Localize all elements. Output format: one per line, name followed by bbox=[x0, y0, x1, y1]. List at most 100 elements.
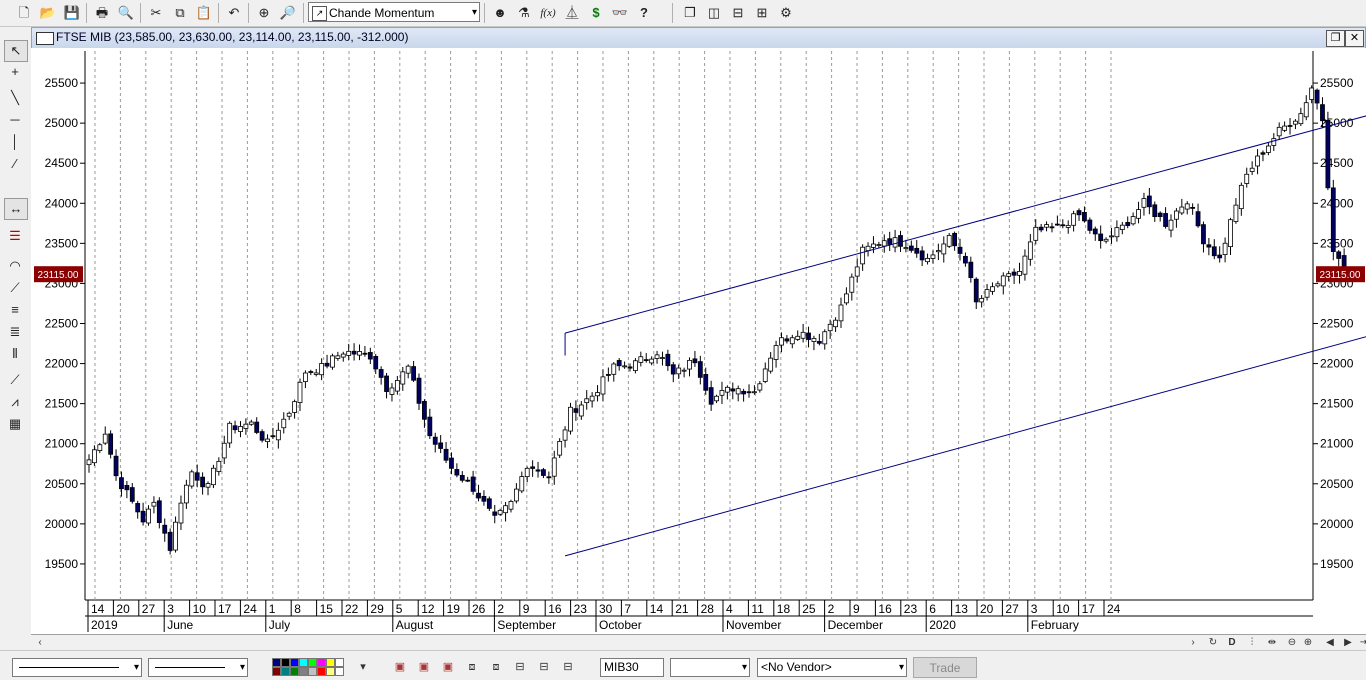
candle-down[interactable] bbox=[416, 377, 422, 404]
candle-up[interactable] bbox=[1017, 271, 1022, 276]
color-swatch[interactable] bbox=[317, 667, 326, 676]
color-swatch[interactable] bbox=[272, 658, 281, 667]
cycle-lines-icon[interactable]: ⦀ bbox=[4, 344, 26, 364]
candle-up[interactable] bbox=[979, 298, 985, 303]
cascade-icon[interactable]: ❐ bbox=[680, 3, 700, 23]
settings-icon[interactable]: ⚙ bbox=[776, 3, 796, 23]
bring-front-icon[interactable]: ⧈ bbox=[464, 659, 480, 675]
candle-up[interactable] bbox=[519, 476, 525, 492]
grid-tool-icon[interactable]: ▦ bbox=[4, 414, 26, 434]
candle-down[interactable] bbox=[324, 362, 330, 367]
candle-down[interactable] bbox=[784, 338, 790, 342]
color-swatch[interactable] bbox=[299, 658, 308, 667]
candle-up[interactable] bbox=[1022, 255, 1028, 275]
indicator-dropdown[interactable]: ↗ Chande Momentum Oscillato ▾ bbox=[308, 2, 480, 40]
fan-icon[interactable]: ⟋ bbox=[4, 278, 26, 298]
candle-up[interactable] bbox=[1168, 219, 1174, 231]
grid-icon[interactable]: ⊞ bbox=[752, 3, 772, 23]
candle-up[interactable] bbox=[1033, 226, 1039, 241]
candle-up[interactable] bbox=[1249, 167, 1255, 172]
candle-up[interactable] bbox=[1228, 219, 1233, 248]
candle-up[interactable] bbox=[838, 304, 844, 322]
line-style-dropdown[interactable]: ▾ bbox=[12, 658, 142, 677]
candle-down[interactable] bbox=[919, 250, 925, 261]
candle-down[interactable] bbox=[422, 401, 427, 420]
candle-up[interactable] bbox=[297, 381, 303, 403]
color-swatch[interactable] bbox=[335, 658, 344, 667]
candle-up[interactable] bbox=[925, 258, 930, 263]
bar-chart-type-icon[interactable]: ⫶ bbox=[1245, 636, 1259, 650]
candle-down[interactable] bbox=[1195, 211, 1201, 227]
color-swatch[interactable] bbox=[326, 658, 335, 667]
candle-down[interactable] bbox=[459, 475, 465, 481]
candle-up[interactable] bbox=[789, 337, 795, 345]
candle-down[interactable] bbox=[427, 416, 433, 437]
candle-up[interactable] bbox=[1303, 102, 1309, 118]
candle-up[interactable] bbox=[1298, 113, 1304, 125]
candle-down[interactable] bbox=[697, 361, 703, 378]
page-right-icon[interactable]: ▶ bbox=[1341, 636, 1355, 650]
candle-down[interactable] bbox=[373, 356, 379, 370]
candle-up[interactable] bbox=[871, 243, 876, 248]
candle-down[interactable] bbox=[1320, 104, 1325, 122]
candle-up[interactable] bbox=[649, 358, 655, 364]
candle-down[interactable] bbox=[968, 261, 974, 278]
line-weight-dropdown[interactable]: ▾ bbox=[148, 658, 248, 677]
expert-icon[interactable]: ☻ bbox=[490, 3, 510, 23]
window-icon-3[interactable]: ⊟ bbox=[560, 659, 576, 675]
candle-down[interactable] bbox=[1287, 125, 1293, 127]
candle-down[interactable] bbox=[470, 476, 476, 492]
system-test-icon[interactable]: ⚗ bbox=[514, 3, 534, 23]
candle-down[interactable] bbox=[1054, 223, 1060, 226]
candle-down[interactable] bbox=[351, 350, 357, 355]
candle-up[interactable] bbox=[238, 426, 243, 432]
candle-down[interactable] bbox=[1049, 226, 1055, 229]
candle-up[interactable] bbox=[935, 250, 941, 253]
candle-down[interactable] bbox=[119, 477, 124, 490]
parallel-line-icon[interactable]: ⁄ bbox=[4, 154, 26, 174]
close-window-button[interactable]: ✕ bbox=[1345, 30, 1364, 47]
candle-up[interactable] bbox=[638, 356, 644, 363]
candle-up[interactable] bbox=[595, 392, 600, 397]
color-swatch[interactable] bbox=[281, 658, 290, 667]
candle-up[interactable] bbox=[1309, 87, 1315, 100]
text-tool-icon[interactable]: ≡ bbox=[4, 300, 26, 320]
color-swatch[interactable] bbox=[335, 667, 344, 676]
candle-down[interactable] bbox=[384, 375, 389, 392]
candle-up[interactable] bbox=[346, 350, 352, 356]
line-tool-icon[interactable]: ⟋ bbox=[4, 370, 26, 390]
candle-up[interactable] bbox=[1184, 203, 1190, 210]
candle-up[interactable] bbox=[1071, 213, 1077, 226]
candle-up[interactable] bbox=[286, 412, 292, 417]
candle-up[interactable] bbox=[622, 365, 627, 368]
color-swatch[interactable] bbox=[317, 658, 326, 667]
page-left-icon[interactable]: ◀ bbox=[1323, 636, 1337, 650]
candle-up[interactable] bbox=[151, 501, 157, 507]
candle-down[interactable] bbox=[1217, 254, 1223, 259]
candle-up[interactable] bbox=[92, 449, 97, 464]
gann-icon[interactable]: ⩘ bbox=[4, 392, 26, 412]
candle-down[interactable] bbox=[963, 255, 968, 264]
candle-up[interactable] bbox=[1000, 275, 1006, 287]
color-swatch[interactable] bbox=[326, 667, 335, 676]
candle-down[interactable] bbox=[703, 374, 709, 391]
open-folder-icon[interactable]: 📂 bbox=[38, 3, 58, 23]
candle-up[interactable] bbox=[400, 371, 406, 385]
binoculars-icon[interactable]: 👓 bbox=[610, 3, 630, 23]
candle-up[interactable] bbox=[860, 246, 866, 265]
object-icon-1[interactable]: ▣ bbox=[392, 659, 408, 675]
candle-down[interactable] bbox=[492, 511, 498, 516]
color-swatch[interactable] bbox=[272, 667, 281, 676]
candle-up[interactable] bbox=[1222, 242, 1228, 256]
candle-down[interactable] bbox=[1082, 211, 1087, 222]
candle-up[interactable] bbox=[584, 398, 590, 404]
candle-up[interactable] bbox=[1233, 204, 1239, 222]
candle-down[interactable] bbox=[194, 472, 200, 481]
vendor-dropdown[interactable]: <No Vendor> ▾ bbox=[757, 658, 907, 677]
color-swatch[interactable] bbox=[308, 667, 317, 676]
candle-down[interactable] bbox=[443, 448, 449, 461]
candle-down[interactable] bbox=[162, 524, 168, 534]
candle-up[interactable] bbox=[1141, 198, 1147, 208]
candle-down[interactable] bbox=[573, 408, 579, 413]
candle-up[interactable] bbox=[600, 376, 606, 395]
